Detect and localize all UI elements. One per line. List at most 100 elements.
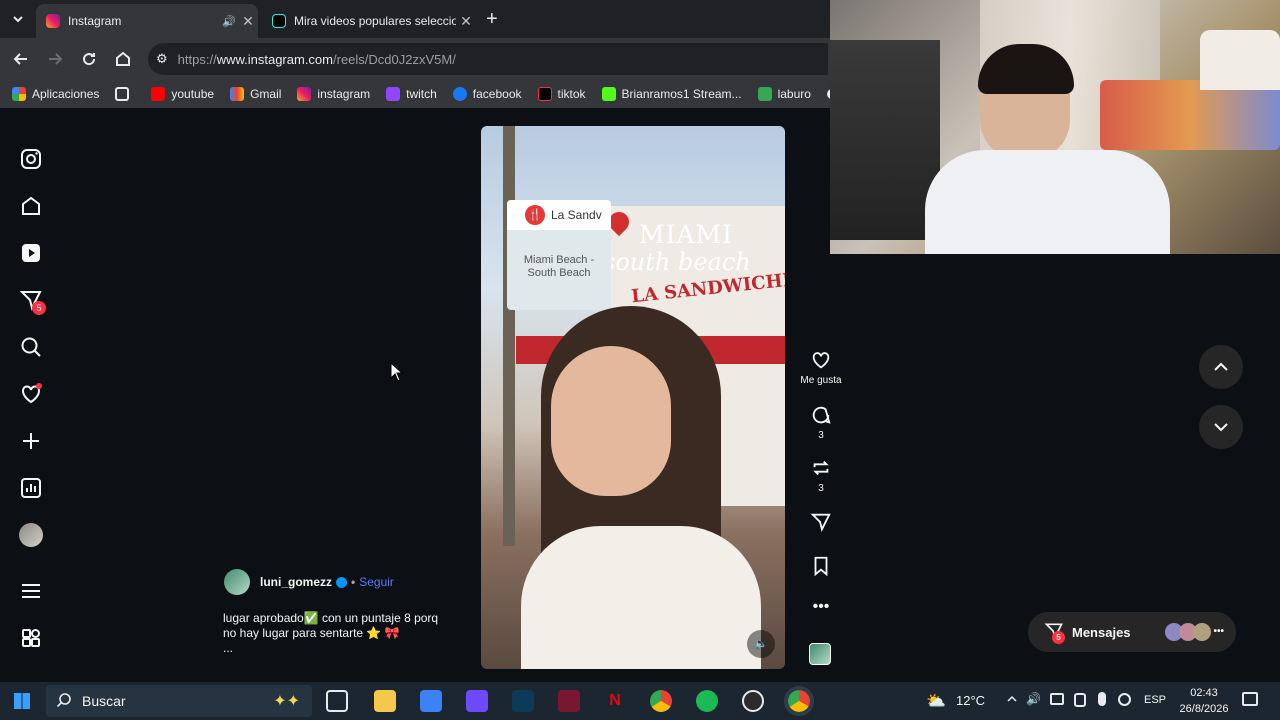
speaker-icon[interactable]: 🔊 <box>220 15 238 28</box>
weather-icon: ⛅ <box>926 693 946 710</box>
app-m-icon[interactable] <box>466 690 488 712</box>
like-button[interactable]: Me gusta <box>800 349 842 386</box>
more-options-icon[interactable]: ••• <box>800 598 842 616</box>
bookmark-kick[interactable]: Brianramos1 Stream... <box>601 87 742 101</box>
messages-button[interactable]: 5 Mensajes ••• <box>1028 612 1236 652</box>
save-button[interactable] <box>800 555 842 581</box>
tab-tiktok[interactable]: Mira videos populares seleccio ✕ <box>262 4 476 38</box>
video-pole <box>503 126 515 546</box>
taskbar-search[interactable]: Buscar ✦✦ <box>46 685 312 717</box>
reload-icon[interactable] <box>80 50 98 73</box>
site-settings-icon[interactable]: ⚙ <box>156 51 168 67</box>
bookmark-tiktok[interactable]: tiktok <box>537 87 586 101</box>
direct-messages-icon[interactable]: 5 <box>19 288 46 315</box>
volume-icon[interactable]: 🔊 <box>1026 692 1041 706</box>
bookmark-twitch[interactable]: twitch <box>386 87 437 101</box>
reel-caption: lugar aprobado✅ con un puntaje 8 porq no… <box>223 611 473 656</box>
repost-icon <box>813 460 829 476</box>
task-view-icon[interactable] <box>326 690 348 712</box>
language-indicator[interactable]: ESP <box>1144 694 1166 706</box>
browser-tab-strip: Instagram 🔊 ✕ Mira videos populares sele… <box>0 0 830 38</box>
gmail-icon <box>230 87 245 101</box>
tray-chevron-icon[interactable] <box>1006 692 1018 710</box>
file-explorer-icon[interactable] <box>374 690 396 712</box>
clock[interactable]: 02:43 26/8/2026 <box>1174 685 1234 717</box>
start-icon[interactable] <box>14 693 30 709</box>
follow-button[interactable]: Seguir <box>359 575 394 589</box>
twitch-icon <box>386 87 401 101</box>
location-tray-icon[interactable] <box>1118 693 1131 706</box>
home-icon[interactable] <box>19 194 43 218</box>
like-label: Me gusta <box>800 375 842 386</box>
disney-plus-icon[interactable] <box>512 690 534 712</box>
verified-icon <box>336 576 348 588</box>
bookmark-instagram[interactable]: instagram <box>297 87 370 101</box>
bookmark-label: laburo <box>777 87 811 101</box>
bullet-separator: • <box>351 575 356 589</box>
url-path: /reels/Dcd0J2zxV5M/ <box>333 51 456 67</box>
dashboard-icon[interactable] <box>19 476 43 500</box>
notifications-heart-icon[interactable] <box>19 382 43 406</box>
notification-center-icon[interactable] <box>1242 692 1258 706</box>
microphone-icon[interactable] <box>1098 692 1106 706</box>
bookmark-facebook[interactable]: facebook <box>452 87 522 101</box>
back-icon[interactable] <box>12 50 30 73</box>
copilot-sparkle-icon: ✦✦ <box>273 693 300 710</box>
location-sticker[interactable]: 🍴 La Sandv Miami Beach - South Beach <box>507 200 611 310</box>
bookmark-gmail[interactable]: Gmail <box>230 87 281 101</box>
comment-button[interactable]: 3 <box>800 404 842 441</box>
create-plus-icon[interactable] <box>19 429 43 453</box>
more-apps-icon[interactable] <box>19 626 43 650</box>
instagram-logo-icon[interactable] <box>19 147 43 171</box>
location-sticker-map-text: Miami Beach - South Beach <box>523 254 595 279</box>
tab-list-dropdown-icon[interactable] <box>10 11 26 27</box>
obs-icon[interactable] <box>742 690 764 712</box>
bookmark-label: tiktok <box>557 87 586 101</box>
temperature[interactable]: 12°C <box>956 693 985 708</box>
reels-icon[interactable] <box>19 241 43 265</box>
search-icon[interactable] <box>19 335 43 359</box>
chrome-active-icon[interactable] <box>784 686 814 716</box>
bookmark-label: Brianramos1 Stream... <box>621 87 742 101</box>
kick-icon <box>601 87 616 101</box>
caption-more-button[interactable]: ... <box>223 641 473 656</box>
forward-icon[interactable] <box>46 50 64 73</box>
date: 26/8/2026 <box>1179 703 1229 715</box>
meet-now-icon[interactable] <box>1074 693 1086 707</box>
address-bar[interactable]: ⚙ https://www.instagram.com/reels/Dcd0J2… <box>148 43 828 75</box>
tab-grid-icon[interactable] <box>115 87 135 101</box>
menu-icon[interactable] <box>19 579 43 603</box>
next-reel-button[interactable] <box>1199 405 1243 449</box>
repost-button[interactable]: 3 <box>800 457 842 494</box>
share-button[interactable] <box>800 511 842 537</box>
home-icon[interactable] <box>114 50 132 73</box>
previous-reel-button[interactable] <box>1199 345 1243 389</box>
profile-avatar[interactable] <box>19 523 43 547</box>
bookmark-youtube[interactable]: youtube <box>151 87 214 101</box>
chrome-icon[interactable] <box>650 690 672 712</box>
app-red-icon[interactable] <box>558 690 580 712</box>
store-icon[interactable] <box>420 690 442 712</box>
bookmark-apps[interactable]: Aplicaciones <box>12 87 99 101</box>
new-tab-icon[interactable]: + <box>486 8 498 31</box>
windows-taskbar: Buscar ✦✦ N ⛅ 12°C 🔊 ESP 02:43 26/8/2026 <box>0 682 1280 720</box>
tab-instagram[interactable]: Instagram 🔊 ✕ <box>36 4 258 38</box>
network-icon[interactable] <box>1050 693 1064 705</box>
webcam-bed <box>1100 80 1280 150</box>
audio-thumbnail[interactable] <box>809 643 831 665</box>
comment-icon <box>812 406 831 424</box>
browser-toolbar: ⚙ https://www.instagram.com/reels/Dcd0J2… <box>0 38 830 80</box>
author-username[interactable]: luni_gomezz <box>260 575 332 589</box>
search-icon <box>56 692 72 711</box>
mute-icon[interactable]: 🔈 <box>747 630 775 658</box>
bookmark-laburo[interactable]: laburo <box>757 87 811 101</box>
tab-title: Instagram <box>68 14 122 28</box>
close-tab-icon[interactable]: ✕ <box>238 13 258 30</box>
restaurant-icon: 🍴 <box>525 205 545 225</box>
close-tab-icon[interactable]: ✕ <box>456 13 476 30</box>
reel-video[interactable]: LA SANDWICHERIE MIAMI south beach 🍴 La S… <box>481 126 785 669</box>
netflix-icon[interactable]: N <box>604 690 626 712</box>
author-avatar[interactable] <box>224 569 250 595</box>
messages-label: Mensajes <box>1072 624 1131 640</box>
spotify-icon[interactable] <box>696 690 718 712</box>
